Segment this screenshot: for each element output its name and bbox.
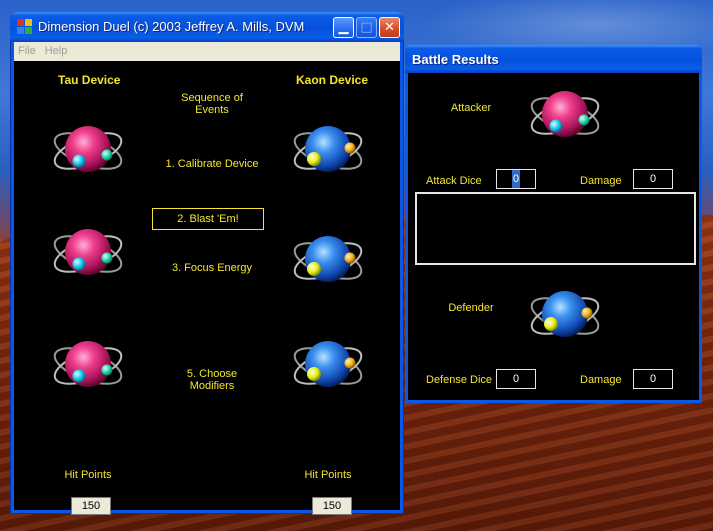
sequence-label: Sequence of Events	[181, 92, 243, 116]
defense-dice-value: 0	[496, 369, 536, 389]
step-calibrate-device[interactable]: 1. Calibrate Device	[154, 158, 270, 170]
defender-label: Defender	[448, 302, 494, 314]
maximize-button[interactable]: □	[356, 17, 377, 38]
game-area: Tau Device Kaon Device Sequence of Event…	[14, 61, 400, 515]
battle-window-title: Battle Results	[412, 52, 499, 67]
kaon-device-header: Kaon Device	[296, 73, 369, 87]
close-button[interactable]: ✕	[379, 17, 400, 38]
defense-damage-value: 0	[633, 369, 673, 389]
battle-results-panel: Attacker Attack Dice 0 Damage 0 Defender…	[408, 73, 699, 400]
menu-bar: File Help	[14, 42, 400, 61]
kaon-atom-icon[interactable]	[290, 231, 366, 291]
tau-atom-icon[interactable]	[50, 224, 126, 284]
tau-atom-icon[interactable]	[50, 336, 126, 396]
menu-file[interactable]: File	[14, 42, 41, 57]
main-window: Dimension Duel (c) 2003 Jeffrey A. Mills…	[10, 12, 404, 515]
battle-titlebar[interactable]: Battle Results	[405, 45, 702, 73]
blast-em-button[interactable]: 2. Blast 'Em!	[152, 208, 264, 230]
attack-dice-value[interactable]: 0	[511, 170, 521, 188]
minimize-button[interactable]: ▁	[333, 17, 354, 38]
app-icon	[17, 19, 33, 35]
attack-damage-value: 0	[633, 169, 673, 189]
tau-hit-points-label: Hit Points	[64, 469, 112, 481]
battle-results-window: Battle Results Attacker Attack Dice 0 Da…	[405, 45, 702, 403]
tau-atom-icon[interactable]	[50, 121, 126, 181]
defense-damage-label: Damage	[580, 374, 622, 386]
tau-hit-points-value: 150	[71, 497, 111, 515]
defense-dice-label: Defense Dice	[426, 374, 493, 386]
tau-device-header: Tau Device	[58, 73, 121, 87]
step-choose-modifiers[interactable]: 5. Choose Modifiers	[172, 368, 252, 392]
kaon-hit-points-value: 150	[312, 497, 352, 515]
attack-damage-label: Damage	[580, 175, 622, 187]
battle-log-area[interactable]	[415, 192, 696, 265]
kaon-atom-icon[interactable]	[290, 336, 366, 396]
step-focus-energy[interactable]: 3. Focus Energy	[154, 262, 270, 274]
kaon-atom-icon[interactable]	[290, 121, 366, 181]
attack-dice-field[interactable]: 0	[496, 169, 536, 189]
tau-atom-icon	[527, 86, 603, 146]
kaon-hit-points-label: Hit Points	[304, 469, 352, 481]
menu-help[interactable]: Help	[41, 42, 73, 57]
attacker-label: Attacker	[450, 102, 492, 114]
kaon-atom-icon	[527, 286, 603, 346]
main-titlebar[interactable]: Dimension Duel (c) 2003 Jeffrey A. Mills…	[10, 12, 404, 42]
attack-dice-label: Attack Dice	[426, 175, 482, 187]
window-title: Dimension Duel (c) 2003 Jeffrey A. Mills…	[38, 19, 305, 34]
